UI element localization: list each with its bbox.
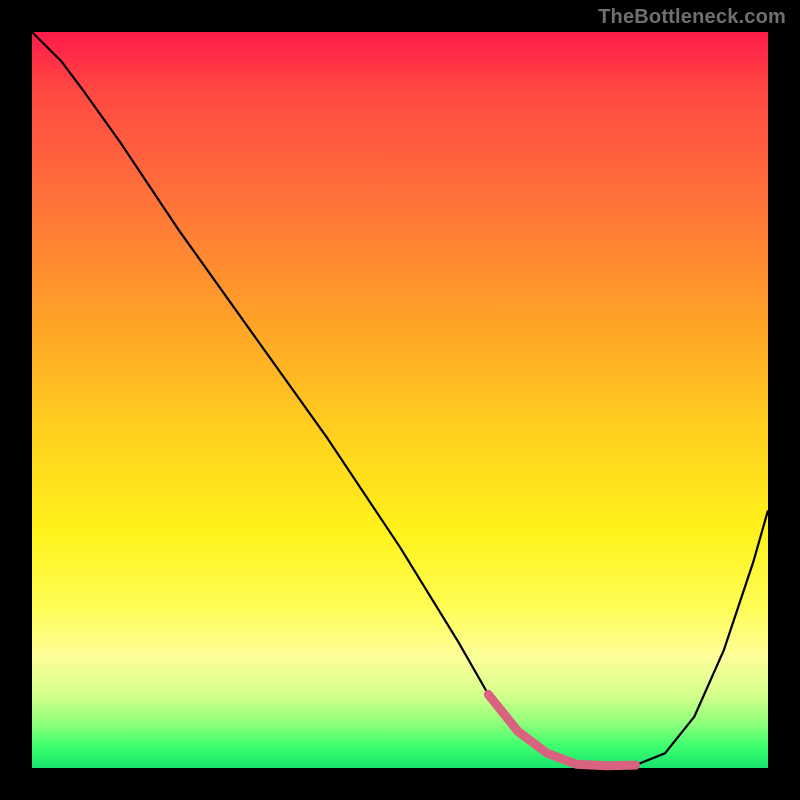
plot-area <box>32 32 768 768</box>
bottleneck-curve-path <box>32 32 768 766</box>
watermark-text: TheBottleneck.com <box>598 6 786 29</box>
chart-frame: TheBottleneck.com <box>0 0 800 800</box>
bottleneck-curve-highlight <box>488 694 635 765</box>
bottleneck-curve-svg <box>32 32 768 768</box>
